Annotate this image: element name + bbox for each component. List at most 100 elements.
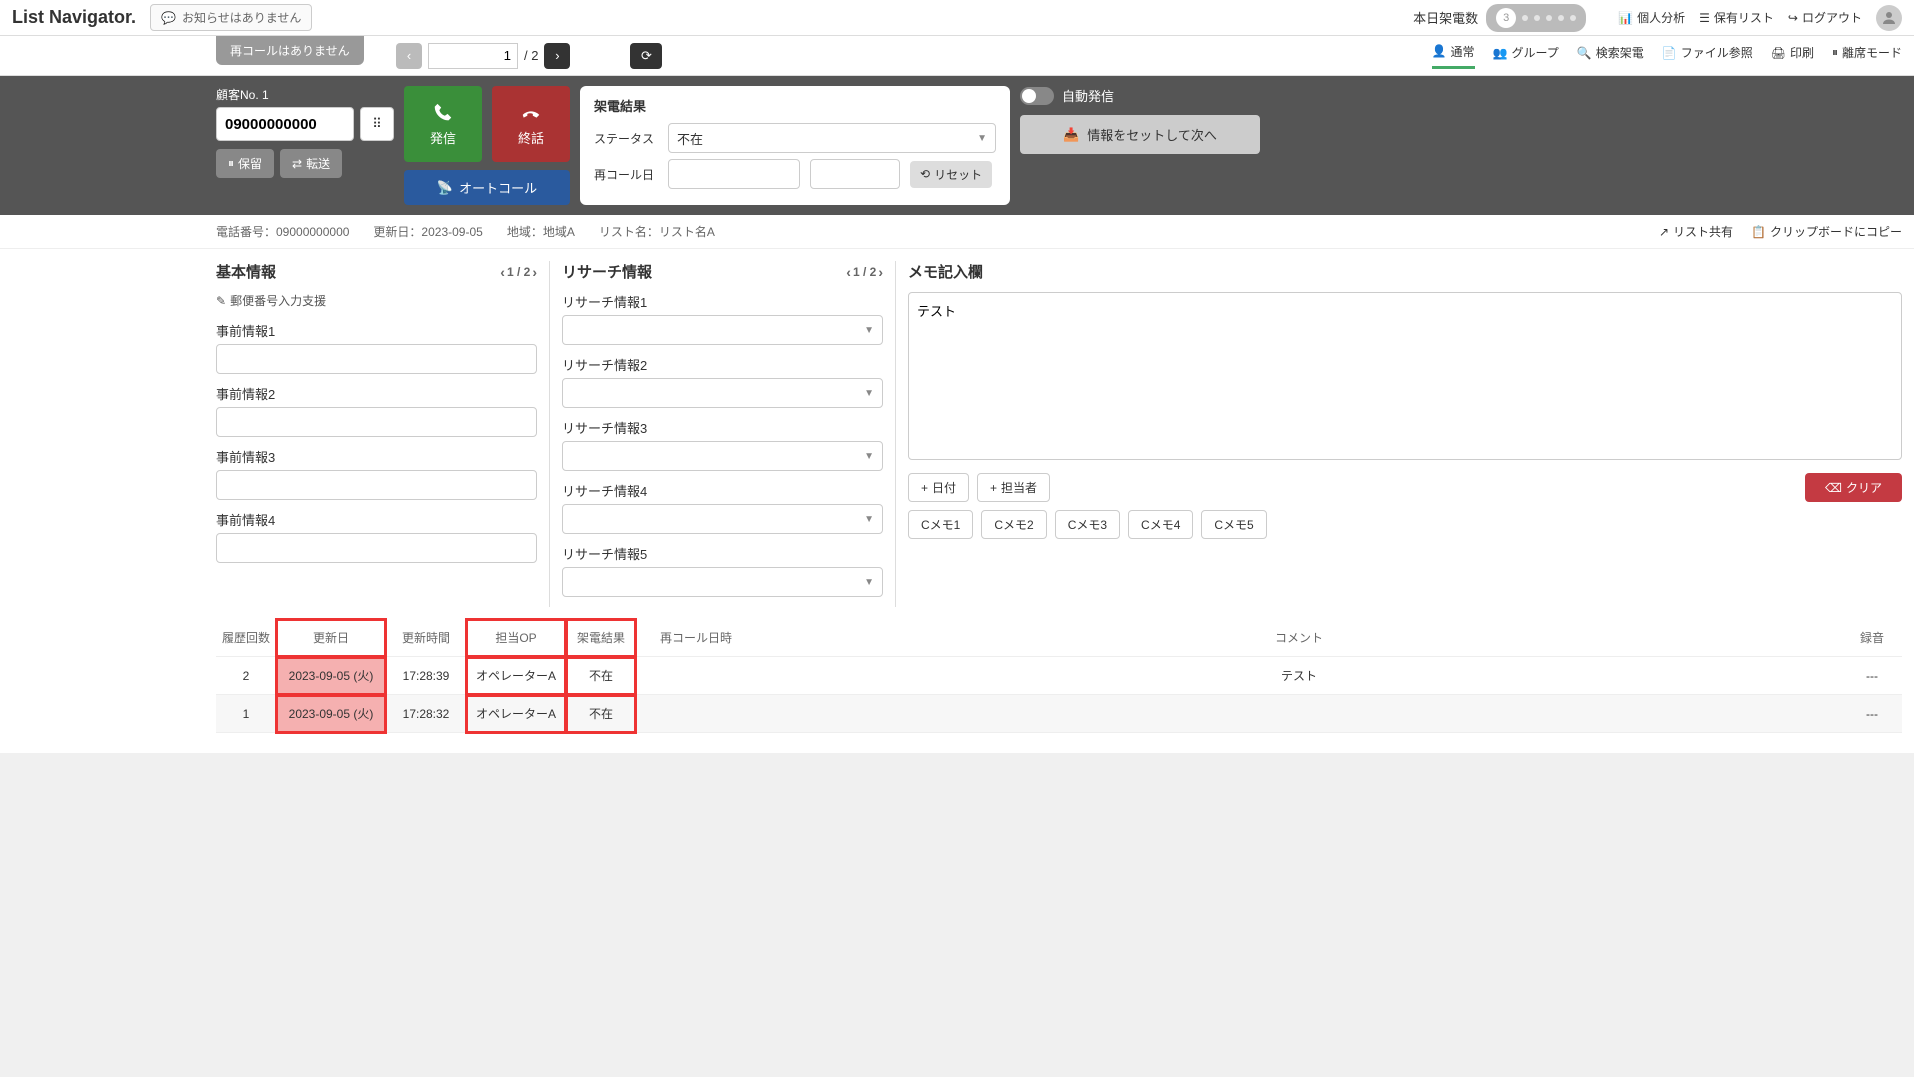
basic-info-column: 基本情報 ‹1 / 2› ✎郵便番号入力支援 事前情報1 事前情報2 事前情報3…: [216, 261, 550, 607]
held-list-link[interactable]: ☰ 保有リスト: [1699, 9, 1774, 26]
app-logo: List Navigator.: [12, 7, 136, 28]
cell-comment: テスト: [756, 657, 1842, 695]
hangup-button[interactable]: 終話: [492, 86, 570, 162]
inbox-icon: 📥: [1063, 127, 1079, 143]
basic-field-2-input[interactable]: [216, 407, 537, 437]
status-select[interactable]: 不在: [668, 123, 996, 153]
cell-rec: ---: [1842, 657, 1902, 695]
logout-icon: ↪: [1788, 11, 1798, 25]
call-count-value: 3: [1496, 8, 1516, 28]
analysis-label: 個人分析: [1637, 9, 1685, 26]
speech-icon: 💬: [161, 11, 176, 25]
reset-icon: ⟲: [920, 167, 930, 181]
pager-input[interactable]: [428, 43, 518, 69]
research-next[interactable]: ›: [878, 264, 883, 280]
call-count-label: 本日架電数: [1413, 8, 1478, 27]
research-field-1-label: リサーチ情報1: [562, 292, 883, 311]
logout-label: ログアウト: [1802, 9, 1862, 26]
dialpad-button[interactable]: ⠿: [360, 107, 394, 141]
cmemo-2-button[interactable]: Cメモ2: [981, 510, 1046, 539]
tab-file[interactable]: 📄ファイル参照: [1662, 44, 1753, 67]
research-prev[interactable]: ‹: [846, 264, 851, 280]
customer-number-label: 顧客No. 1: [216, 86, 394, 103]
set-next-button[interactable]: 📥 情報をセットして次へ: [1020, 115, 1260, 154]
main-columns: 基本情報 ‹1 / 2› ✎郵便番号入力支援 事前情報1 事前情報2 事前情報3…: [0, 249, 1914, 619]
research-field-2-label: リサーチ情報2: [562, 355, 883, 374]
tab-away[interactable]: ⏸ 離席モード: [1832, 44, 1902, 67]
list-share-link[interactable]: ↗リスト共有: [1659, 223, 1733, 240]
cell-recall: [636, 657, 756, 695]
research-field-3-label: リサーチ情報3: [562, 418, 883, 437]
cmemo-5-button[interactable]: Cメモ5: [1201, 510, 1266, 539]
cell-date: 2023-09-05 (火): [276, 695, 386, 733]
cmemo-4-button[interactable]: Cメモ4: [1128, 510, 1193, 539]
basic-field-1-input[interactable]: [216, 344, 537, 374]
auto-call-button[interactable]: 📡 オートコール: [404, 170, 570, 205]
basic-field-4-label: 事前情報4: [216, 510, 537, 529]
basic-pager-text: 1 / 2: [507, 265, 530, 279]
analysis-link[interactable]: 📊 個人分析: [1618, 9, 1685, 26]
status-label: ステータス: [594, 130, 658, 147]
research-field-2-select[interactable]: [562, 378, 883, 408]
add-date-label: 日付: [932, 479, 956, 496]
research-field-3-select[interactable]: [562, 441, 883, 471]
customer-block: 顧客No. 1 ⠿ ⏸保留 ⇄転送: [216, 86, 394, 178]
basic-next[interactable]: ›: [532, 264, 537, 280]
today-call-count: 本日架電数 3: [1413, 4, 1586, 32]
research-field-4-select[interactable]: [562, 504, 883, 534]
transfer-icon: ⇄: [292, 157, 302, 171]
research-field-5-select[interactable]: [562, 567, 883, 597]
transfer-button[interactable]: ⇄転送: [280, 149, 342, 178]
tab-group-label: グループ: [1512, 44, 1559, 61]
tab-print[interactable]: 🖨印刷: [1771, 44, 1814, 67]
refresh-button[interactable]: ⟳: [630, 43, 662, 69]
add-date-button[interactable]: +日付: [908, 473, 969, 502]
recall-tag: 再コールはありません: [216, 36, 364, 65]
recall-date-input[interactable]: [668, 159, 800, 189]
postal-support-link[interactable]: ✎郵便番号入力支援: [216, 292, 537, 309]
hold-button[interactable]: ⏸保留: [216, 149, 274, 178]
tab-normal[interactable]: 👤通常: [1432, 43, 1475, 69]
th-recall: 再コール日時: [636, 619, 756, 657]
tab-away-label: 離席モード: [1842, 44, 1902, 61]
clear-memo-button[interactable]: ⌫クリア: [1805, 473, 1902, 502]
hold-label: 保留: [238, 155, 262, 172]
avatar[interactable]: [1876, 5, 1902, 31]
tab-search[interactable]: 🔍検索架電: [1577, 44, 1644, 67]
phone-down-icon: [520, 102, 542, 124]
pause-icon: ⏸: [1832, 45, 1838, 60]
cell-rec: ---: [1842, 695, 1902, 733]
phone-input[interactable]: [216, 107, 354, 141]
hangup-label: 終話: [518, 128, 544, 147]
cell-result: 不在: [566, 695, 636, 733]
autodial-column: 自動発信 📥 情報をセットして次へ: [1020, 86, 1260, 154]
dial-button[interactable]: 発信: [404, 86, 482, 162]
call-count-dots: 3: [1486, 4, 1586, 32]
cmemo-1-button[interactable]: Cメモ1: [908, 510, 973, 539]
reset-button[interactable]: ⟲リセット: [910, 161, 992, 188]
history-header-row: 履歴回数 更新日 更新時間 担当OP 架電結果 再コール日時 コメント 録音: [216, 619, 1902, 657]
pager-prev-button[interactable]: ‹: [396, 43, 422, 69]
add-person-button[interactable]: +担当者: [977, 473, 1050, 502]
basic-prev[interactable]: ‹: [500, 264, 505, 280]
notice-box[interactable]: 💬 お知らせはありません: [150, 4, 312, 31]
logout-link[interactable]: ↪ ログアウト: [1788, 9, 1862, 26]
chart-icon: 📊: [1618, 11, 1633, 25]
pager: ‹ / 2 ›: [396, 43, 570, 69]
th-comment: コメント: [756, 619, 1842, 657]
basic-field-4-input[interactable]: [216, 533, 537, 563]
memo-column: メモ記入欄 +日付 +担当者 ⌫クリア Cメモ1 Cメモ2 Cメモ3 Cメモ4 …: [908, 261, 1902, 607]
cmemo-3-button[interactable]: Cメモ3: [1055, 510, 1120, 539]
recall-time-input[interactable]: [810, 159, 900, 189]
basic-field-3-input[interactable]: [216, 470, 537, 500]
research-field-1-select[interactable]: [562, 315, 883, 345]
info-list: リスト名：リスト名A: [599, 223, 715, 240]
tab-group[interactable]: 👥グループ: [1493, 44, 1559, 67]
autodial-label: 自動発信: [1062, 86, 1114, 105]
autodial-toggle[interactable]: [1020, 87, 1054, 105]
clipboard-link[interactable]: 📋クリップボードにコピー: [1751, 223, 1902, 240]
memo-textarea[interactable]: [908, 292, 1902, 460]
pager-total: / 2: [524, 48, 538, 63]
dial-label: 発信: [430, 128, 456, 147]
pager-next-button[interactable]: ›: [544, 43, 570, 69]
